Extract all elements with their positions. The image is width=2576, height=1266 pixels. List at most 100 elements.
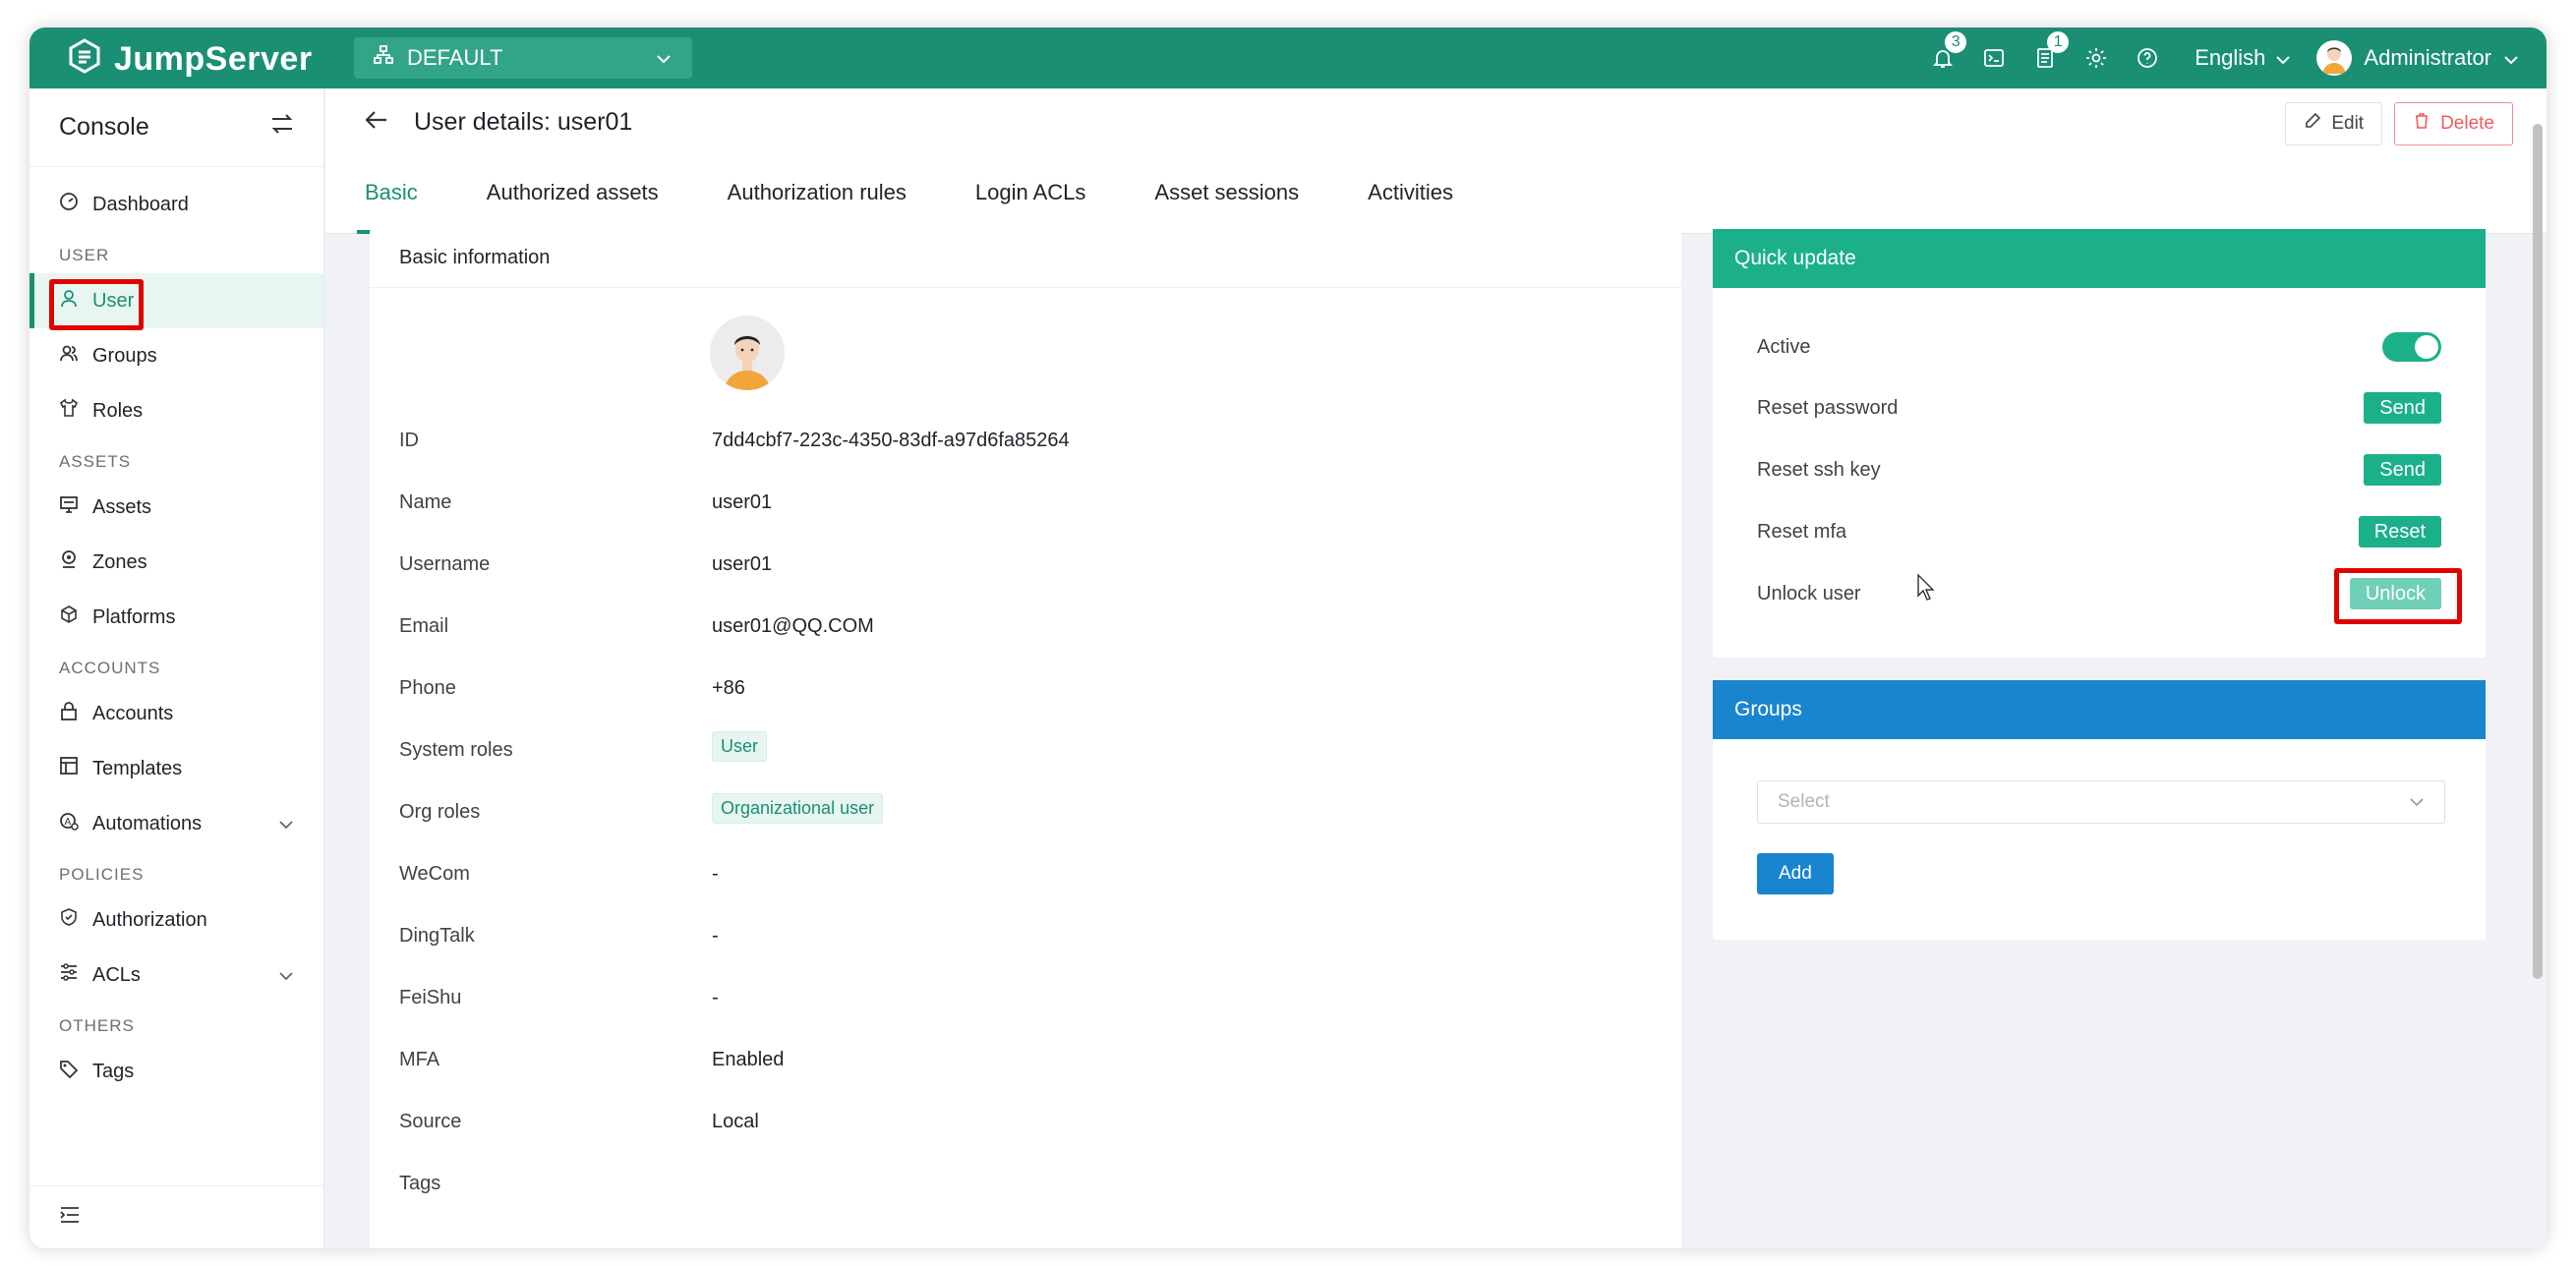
sidebar-group-others: OTHERS (59, 1016, 135, 1035)
sidebar-item-label: Platforms (92, 605, 176, 628)
sidebar-item-platforms[interactable]: Platforms (29, 590, 323, 645)
sidebar-item-authorization[interactable]: Authorization (29, 892, 323, 948)
org-name: DEFAULT (407, 45, 503, 70)
org-tree-icon (374, 45, 393, 71)
tab-basic[interactable]: Basic (357, 165, 426, 234)
groups-card: Groups Select Add (1713, 680, 2486, 940)
sidebar-item-assets[interactable]: Assets (29, 480, 323, 535)
quick-row-active: Active (1757, 327, 2441, 367)
user-name: Administrator (2364, 45, 2491, 70)
sidebar-item-acls[interactable]: ACLs (29, 948, 323, 1003)
app-window: JumpServer DEFAULT 3 1 English Administr… (29, 28, 2547, 1248)
roles-shirt-icon (59, 398, 79, 424)
language-label: English (2195, 45, 2266, 70)
back-arrow-icon[interactable] (365, 108, 388, 137)
assets-monitor-icon (59, 494, 79, 520)
add-group-button[interactable]: Add (1757, 853, 1834, 894)
sidebar-item-label: Tags (92, 1060, 135, 1082)
select-placeholder: Select (1778, 791, 1830, 812)
sidebar-group-policies: POLICIES (59, 865, 145, 884)
active-toggle[interactable] (2382, 332, 2441, 362)
user-menu[interactable]: Administrator (2316, 40, 2519, 76)
tab-activities[interactable]: Activities (1368, 165, 1453, 234)
groups-title: Groups (1713, 680, 2486, 739)
tab-authorized-assets[interactable]: Authorized assets (487, 165, 659, 234)
sidebar-item-label: Automations (92, 812, 203, 834)
switch-view-icon[interactable] (270, 113, 294, 142)
field-label: Tags (399, 1173, 441, 1194)
automations-icon: A (59, 811, 79, 836)
unlock-user-button[interactable]: Unlock (2349, 578, 2441, 609)
reset-mfa-button[interactable]: Reset (2358, 516, 2441, 547)
tab-login-acls[interactable]: Login ACLs (975, 165, 1086, 234)
field-value: Enabled (712, 1049, 785, 1070)
tasks-badge: 1 (2047, 31, 2070, 53)
sidebar-item-dashboard[interactable]: Dashboard (29, 177, 323, 232)
settings-gear-icon[interactable] (2071, 28, 2122, 88)
reset-ssh-send-button[interactable]: Send (2364, 454, 2441, 486)
user-avatar-large (710, 316, 785, 390)
reset-password-send-button[interactable]: Send (2364, 392, 2441, 424)
field-value: 7dd4cbf7-223c-4350-83df-a97d6fa85264 (712, 430, 1070, 451)
user-icon (59, 288, 79, 314)
tab-authorization-rules[interactable]: Authorization rules (728, 165, 907, 234)
org-role-tag: Organizational user (712, 793, 884, 824)
sidebar-item-automations[interactable]: A Automations (29, 796, 323, 851)
sidebar-item-zones[interactable]: Zones (29, 535, 323, 590)
sidebar-item-accounts[interactable]: Accounts (29, 686, 323, 741)
edit-button[interactable]: Edit (2285, 102, 2383, 145)
tag-icon (59, 1059, 79, 1084)
sidebar-item-label: Assets (92, 495, 152, 518)
user-group-icon (59, 343, 79, 369)
help-question-icon[interactable] (2122, 28, 2173, 88)
quick-update-card: Quick update Active Reset password Send … (1713, 229, 2486, 658)
field-value: user01 (712, 553, 773, 575)
notifications-bell-icon[interactable]: 3 (1917, 28, 1968, 88)
quick-update-title: Quick update (1713, 229, 2486, 288)
sidebar-item-groups[interactable]: Groups (29, 328, 323, 383)
field-label: Username (399, 553, 491, 575)
page-title: User details: user01 (414, 108, 633, 136)
sidebar-item-roles[interactable]: Roles (29, 383, 323, 438)
field-label: Email (399, 615, 449, 637)
brand-logo[interactable]: JumpServer (65, 37, 313, 82)
sidebar-group-user: USER (59, 246, 110, 264)
quick-row-reset-mfa: Reset mfa Reset (1757, 512, 2441, 551)
field-label: FeiShu (399, 987, 462, 1008)
quick-row-unlock: Unlock user Unlock (1757, 574, 2441, 613)
quick-row-reset-ssh: Reset ssh key Send (1757, 450, 2441, 489)
sidebar-item-user[interactable]: User (29, 273, 323, 328)
page-scrollbar[interactable] (2533, 124, 2543, 979)
dashboard-icon (59, 192, 79, 217)
sidebar-group-assets: ASSETS (59, 452, 132, 471)
language-selector[interactable]: English (2195, 45, 2291, 71)
svg-text:A: A (65, 817, 72, 828)
reset-ssh-label: Reset ssh key (1757, 458, 1881, 481)
web-terminal-icon[interactable] (1968, 28, 2020, 88)
sidebar-item-tags[interactable]: Tags (29, 1044, 323, 1099)
basic-info-title: Basic information (370, 229, 1681, 288)
field-label: Org roles (399, 801, 481, 823)
chevron-down-icon (2409, 791, 2425, 813)
sidebar-item-label: Dashboard (92, 193, 189, 215)
collapse-sidebar-button[interactable] (29, 1185, 324, 1248)
org-selector[interactable]: DEFAULT (354, 37, 692, 79)
groups-select[interactable]: Select (1757, 780, 2445, 824)
sidebar-item-label: Roles (92, 399, 144, 422)
page-header: User details: user01 Edit Delete Basic A… (325, 88, 2547, 234)
tasks-icon[interactable]: 1 (2020, 28, 2071, 88)
tab-asset-sessions[interactable]: Asset sessions (1154, 165, 1299, 234)
accounts-lock-icon (59, 701, 79, 726)
quick-row-reset-password: Reset password Send (1757, 388, 2441, 428)
sidebar-group-accounts: ACCOUNTS (59, 659, 161, 677)
sidebar-item-label: Accounts (92, 702, 174, 724)
jumpserver-logo-icon (65, 37, 104, 82)
reset-password-label: Reset password (1757, 396, 1899, 419)
sidebar-item-templates[interactable]: Templates (29, 741, 323, 796)
sidebar-item-label: User (92, 289, 135, 312)
delete-button[interactable]: Delete (2394, 102, 2513, 145)
acls-filter-icon (59, 962, 79, 988)
field-label: WeCom (399, 863, 470, 885)
templates-layout-icon (59, 756, 79, 781)
field-label: System roles (399, 739, 513, 761)
